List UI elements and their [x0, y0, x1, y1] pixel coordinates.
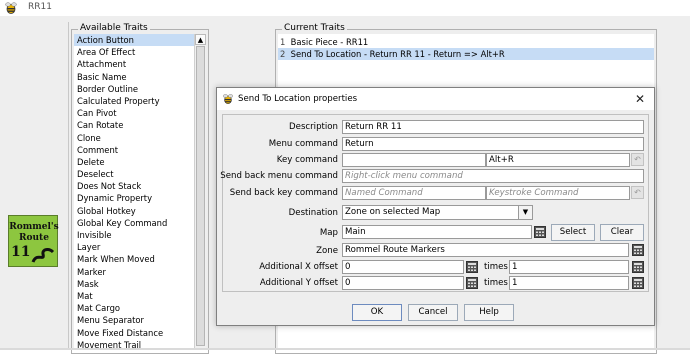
help-button[interactable]: Help [464, 304, 514, 321]
send-to-location-dialog: Send To Location properties ✕ Descriptio… [216, 87, 655, 326]
ok-button[interactable]: OK [352, 304, 402, 321]
x-times-label: times [484, 262, 508, 272]
dialog-title: Send To Location properties [238, 94, 358, 104]
clear-button[interactable]: Clear [600, 224, 644, 241]
trait-item-attachment[interactable]: Attachment [74, 58, 194, 70]
x-offset-field[interactable]: 0 [342, 260, 464, 274]
send-back-menu-command-label: Send back menu command [220, 171, 338, 181]
trait-item-mask[interactable]: Mask [74, 278, 194, 290]
menu-command-field[interactable]: Return [342, 137, 644, 151]
available-traits-scrollbar[interactable]: ▲ [194, 34, 206, 350]
calculator-icon[interactable] [632, 261, 644, 273]
current-trait-number: 2 [280, 49, 286, 59]
undo-icon[interactable]: ↶ [631, 153, 644, 166]
undo-icon[interactable]: ↶ [631, 186, 644, 199]
chevron-down-icon[interactable]: ▼ [518, 206, 532, 219]
current-trait-item[interactable]: 1 Basic Piece - RR11 [278, 36, 654, 48]
piece-number: 11 [11, 244, 31, 260]
calculator-icon[interactable] [632, 244, 644, 256]
trait-item-invisible[interactable]: Invisible [74, 229, 194, 241]
bee-icon [223, 94, 233, 105]
cancel-button[interactable]: Cancel [408, 304, 458, 321]
destination-label: Destination [288, 208, 338, 218]
x-times-field[interactable]: 1 [509, 260, 629, 274]
destination-select[interactable]: Zone on selected Map ▼ [342, 205, 533, 220]
piece-preview: Rommel's Route 11 [8, 215, 59, 267]
trait-item-menu-separator[interactable]: Menu Separator [74, 314, 194, 326]
current-trait-item[interactable]: 2 Send To Location - Return RR 11 - Retu… [278, 48, 654, 60]
map-label: Map [319, 228, 338, 238]
trait-item-action-button[interactable]: Action Button [74, 34, 194, 47]
map-field[interactable]: Main [342, 225, 532, 239]
scrollbar-thumb[interactable] [196, 46, 205, 346]
description-field[interactable]: Return RR 11 [342, 120, 644, 134]
bee-icon [5, 2, 17, 14]
trait-item-dynamic-property[interactable]: Dynamic Property [74, 192, 194, 204]
current-trait-label: Send To Location - Return RR 11 - Return… [290, 49, 505, 59]
zone-field[interactable]: Rommel Route Markers [342, 243, 629, 257]
send-back-key-command-label: Send back key command [229, 188, 338, 198]
y-times-label: times [484, 278, 508, 288]
calculator-icon[interactable] [466, 261, 478, 273]
scroll-up-arrow-icon[interactable]: ▲ [195, 34, 206, 45]
dialog-form-panel: Description Return RR 11 Menu command Re… [220, 114, 649, 292]
trait-item-border-outline[interactable]: Border Outline [74, 83, 194, 95]
piece-name-line2: Route [19, 233, 49, 243]
y-offset-label: Additional Y offset [259, 278, 338, 288]
trait-item-layer[interactable]: Layer [74, 241, 194, 253]
current-traits-title: Current Traits [282, 23, 347, 33]
key-command-named-field[interactable] [342, 153, 486, 167]
trait-item-global-key-command[interactable]: Global Key Command [74, 217, 194, 229]
trait-item-mat[interactable]: Mat [74, 290, 194, 302]
trait-item-does-not-stack[interactable]: Does Not Stack [74, 180, 194, 192]
trait-item-global-hotkey[interactable]: Global Hotkey [74, 205, 194, 217]
window-titlebar: RR11 [0, 0, 690, 16]
current-trait-label: Basic Piece - RR11 [290, 37, 369, 47]
piece-name-line1: Rommel's [9, 222, 59, 232]
trait-item-basic-name[interactable]: Basic Name [74, 71, 194, 83]
trait-item-marker[interactable]: Marker [74, 266, 194, 278]
trait-item-can-pivot[interactable]: Can Pivot [74, 107, 194, 119]
calculator-icon[interactable] [534, 226, 546, 238]
menu-command-label: Menu command [268, 139, 338, 149]
destination-value: Zone on selected Map [345, 207, 441, 217]
zone-label: Zone [316, 246, 338, 256]
dialog-titlebar[interactable]: Send To Location properties ✕ [217, 88, 654, 110]
trait-item-deselect[interactable]: Deselect [74, 168, 194, 180]
road-swirl-icon [31, 248, 55, 263]
trait-item-can-rotate[interactable]: Can Rotate [74, 119, 194, 131]
window-title: RR11 [28, 2, 52, 12]
key-command-label: Key command [276, 155, 338, 165]
trait-item-delete[interactable]: Delete [74, 156, 194, 168]
y-times-field[interactable]: 1 [509, 276, 629, 290]
current-trait-number: 1 [280, 37, 286, 47]
trait-item-area-of-effect[interactable]: Area Of Effect [74, 46, 194, 58]
x-offset-label: Additional X offset [259, 262, 338, 272]
description-label: Description [289, 122, 338, 132]
y-offset-field[interactable]: 0 [342, 276, 464, 290]
trait-item-mat-cargo[interactable]: Mat Cargo [74, 302, 194, 314]
close-icon[interactable]: ✕ [633, 92, 647, 106]
send-back-named-command-field[interactable]: Named Command [342, 186, 486, 200]
available-traits-title: Available Traits [78, 23, 150, 33]
send-back-menu-command-field[interactable]: Right-click menu command [342, 169, 644, 183]
trait-item-move-fixed-distance[interactable]: Move Fixed Distance [74, 327, 194, 339]
calculator-icon[interactable] [466, 277, 478, 289]
available-traits-list[interactable]: Action Button Area Of Effect Attachment … [74, 34, 194, 350]
trait-item-calculated-property[interactable]: Calculated Property [74, 95, 194, 107]
send-back-keystroke-field[interactable]: Keystroke Command [486, 186, 630, 200]
panel-divider[interactable] [68, 22, 69, 350]
calculator-icon[interactable] [632, 277, 644, 289]
key-command-keystroke-field[interactable]: Alt+R [486, 153, 630, 167]
trait-item-mark-when-moved[interactable]: Mark When Moved [74, 253, 194, 265]
trait-item-comment[interactable]: Comment [74, 144, 194, 156]
select-button[interactable]: Select [551, 224, 595, 241]
trait-item-clone[interactable]: Clone [74, 132, 194, 144]
